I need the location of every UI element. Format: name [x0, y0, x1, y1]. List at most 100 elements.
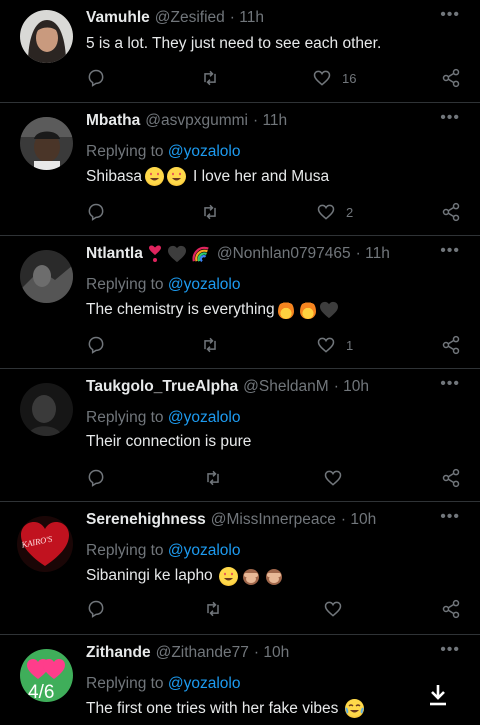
author-name[interactable]: Ntlantla — [86, 245, 143, 263]
tweet-text-end: I love her and Musa — [193, 167, 330, 185]
retweet-icon — [204, 204, 216, 220]
author-name[interactable]: Mbatha — [86, 112, 140, 130]
heart-eyes-emoji-icon — [145, 167, 165, 186]
tweet[interactable]: Zithande @Zithande77 · 10h ••• Replying … — [0, 635, 480, 725]
author-handle[interactable]: @Zesified — [155, 9, 225, 27]
more-options-icon[interactable]: ••• — [440, 242, 460, 260]
tweet-text-body: The chemistry is everything — [86, 300, 275, 318]
tweet-text-body: The first one tries with her fake vibes — [86, 699, 339, 717]
tweet[interactable]: KAIRO'S Serenehighness @MissInnerpeace ·… — [0, 502, 480, 635]
tweet[interactable]: Mbatha @asvpxgummi · 11h ••• Replying to… — [0, 103, 480, 236]
share-button[interactable] — [441, 468, 461, 488]
tweet[interactable]: Ntlantla @Nonhlan0797465 · 11h ••• Reply… — [0, 236, 480, 369]
like-button[interactable] — [323, 468, 343, 488]
author-handle[interactable]: @asvpxgummi — [145, 112, 248, 130]
more-options-icon[interactable]: ••• — [440, 375, 460, 393]
avatar[interactable] — [20, 10, 73, 63]
retweet-button[interactable] — [200, 202, 220, 222]
author-name[interactable]: Taukgolo_TrueAlpha — [86, 378, 238, 396]
reply-icon — [88, 336, 104, 354]
author-name[interactable]: Vamuhle — [86, 9, 150, 27]
retweet-button[interactable] — [203, 468, 223, 488]
reply-icon — [88, 69, 104, 87]
tweet-text: Their connection is pure — [86, 433, 252, 450]
timestamp[interactable]: · 10h — [341, 511, 376, 529]
like-button[interactable]: 1 — [316, 335, 353, 355]
timestamp[interactable]: · 11h — [356, 245, 390, 263]
share-button[interactable] — [441, 599, 461, 619]
avatar[interactable] — [20, 117, 73, 170]
replying-to-handle[interactable]: @yozalolo — [168, 143, 241, 160]
reply-icon — [88, 469, 104, 487]
black-heart-icon — [319, 301, 338, 318]
retweet-button[interactable] — [203, 599, 223, 619]
retweet-button[interactable] — [200, 335, 220, 355]
image-page-indicator: 4/6 — [28, 682, 55, 703]
replying-to-label: Replying to — [86, 143, 164, 160]
see-no-evil-monkey-icon — [242, 569, 259, 585]
tweet-text: The first one tries with her fake vibes — [86, 699, 365, 718]
reply-button[interactable] — [86, 599, 106, 619]
timestamp[interactable]: · 10h — [334, 378, 369, 396]
like-button[interactable]: 16 — [312, 68, 356, 88]
like-count: 16 — [342, 70, 357, 86]
author-name[interactable]: Serenehighness — [86, 511, 206, 529]
tears-of-joy-emoji-icon — [345, 699, 365, 718]
replying-to-label: Replying to — [86, 675, 164, 692]
share-icon — [442, 468, 460, 488]
replying-to: Replying to @yozalolo — [86, 675, 240, 693]
avatar[interactable] — [20, 250, 73, 303]
more-options-icon[interactable]: ••• — [440, 641, 460, 659]
tweet-text: 5 is a lot. They just need to see each o… — [86, 35, 382, 52]
replying-to-handle[interactable]: @yozalolo — [168, 542, 241, 559]
share-button[interactable] — [441, 335, 461, 355]
reply-button[interactable] — [86, 68, 106, 88]
replying-to-handle[interactable]: @yozalolo — [168, 675, 241, 692]
tweet[interactable]: Taukgolo_TrueAlpha @SheldanM · 10h ••• R… — [0, 369, 480, 502]
tweet-actions — [86, 599, 462, 621]
author-handle[interactable]: @MissInnerpeace — [211, 511, 336, 529]
author-handle[interactable]: @Nonhlan0797465 — [217, 245, 351, 263]
reply-button[interactable] — [86, 335, 106, 355]
replying-to: Replying to @yozalolo — [86, 542, 240, 560]
like-count: 1 — [346, 337, 354, 353]
reply-icon — [88, 203, 104, 221]
reply-button[interactable] — [86, 202, 106, 222]
retweet-button[interactable] — [200, 68, 220, 88]
timestamp[interactable]: · 11h — [253, 112, 287, 130]
tweet-actions: 2 — [86, 202, 462, 224]
retweet-icon — [204, 337, 216, 353]
tweet[interactable]: Vamuhle @Zesified · 11h ••• 5 is a lot. … — [0, 0, 480, 103]
more-options-icon[interactable]: ••• — [440, 109, 460, 127]
avatar[interactable] — [20, 383, 73, 436]
timestamp[interactable]: · 11h — [230, 9, 264, 27]
heart-icon — [324, 601, 342, 617]
author-name[interactable]: Zithande — [86, 644, 151, 662]
download-icon[interactable] — [427, 683, 449, 707]
like-button[interactable] — [323, 599, 343, 619]
author-handle[interactable]: @Zithande77 — [156, 644, 249, 662]
heart-icon — [317, 204, 335, 220]
like-count: 2 — [346, 204, 354, 220]
replying-to-handle[interactable]: @yozalolo — [168, 409, 241, 426]
author-handle[interactable]: @SheldanM — [243, 378, 329, 396]
retweet-icon — [207, 470, 219, 486]
replying-to: Replying to @yozalolo — [86, 143, 240, 161]
like-button[interactable]: 2 — [316, 202, 353, 222]
share-icon — [442, 202, 460, 222]
timestamp[interactable]: · 10h — [254, 644, 289, 662]
reply-button[interactable] — [86, 468, 106, 488]
more-options-icon[interactable]: ••• — [440, 6, 460, 24]
tweet-actions: 1 — [86, 335, 462, 357]
red-exclamation-heart-icon — [148, 245, 161, 262]
replying-to: Replying to @yozalolo — [86, 409, 240, 427]
tweet-text: Shibasa I love her and Musa — [86, 167, 329, 186]
tweet-actions — [86, 468, 462, 490]
more-options-icon[interactable]: ••• — [440, 508, 460, 526]
replying-to-handle[interactable]: @yozalolo — [168, 276, 241, 293]
avatar[interactable]: KAIRO'S — [17, 516, 73, 572]
heart-icon — [324, 470, 342, 486]
share-button[interactable] — [441, 202, 461, 222]
share-button[interactable] — [441, 68, 461, 88]
retweet-icon — [207, 601, 219, 617]
